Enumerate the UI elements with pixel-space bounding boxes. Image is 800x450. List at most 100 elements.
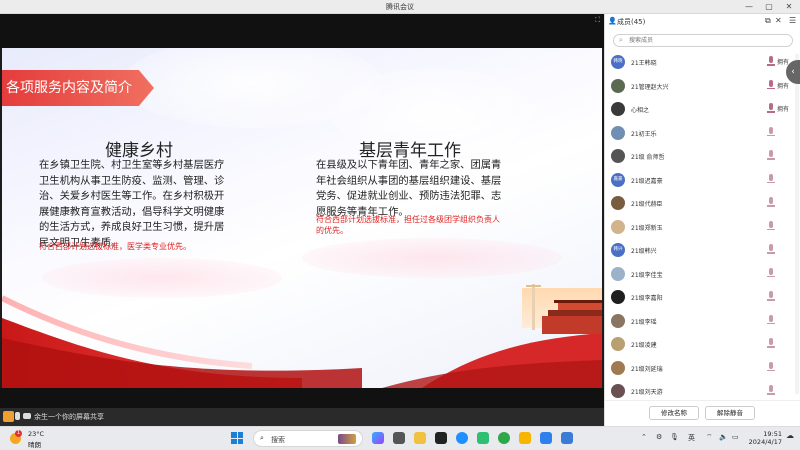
- mic-icon[interactable]: [767, 150, 775, 161]
- mic-icon[interactable]: [767, 173, 775, 185]
- member-name: 21王韩晓: [631, 60, 657, 67]
- mic-icon[interactable]: [767, 267, 775, 279]
- mic-icon[interactable]: [767, 291, 775, 302]
- close-button[interactable]: ✕: [782, 1, 796, 13]
- app-icon[interactable]: [561, 432, 573, 444]
- mic-icon[interactable]: [767, 79, 775, 91]
- member-search-box[interactable]: ⌕: [613, 34, 793, 47]
- menu-icon[interactable]: ☰: [789, 16, 796, 25]
- member-list-scrollbar[interactable]: [795, 54, 799, 394]
- mic-icon[interactable]: [767, 103, 775, 114]
- popout-icon[interactable]: ⧉: [765, 16, 771, 26]
- member-role: 拥有: [777, 106, 790, 113]
- mic-tray-icon[interactable]: 🎙: [670, 433, 679, 441]
- weather-condition: 晴朗: [28, 441, 41, 449]
- avatar: [611, 149, 625, 163]
- temperature: 23°C: [28, 430, 45, 438]
- member-row[interactable]: 21级李佳宝: [605, 264, 795, 284]
- member-name: 21级刘天游: [631, 389, 663, 396]
- settings-icon[interactable]: ⚙: [656, 433, 662, 441]
- task-view-icon[interactable]: [393, 432, 405, 444]
- system-clock[interactable]: 19:51 2024/4/17: [746, 430, 782, 446]
- mic-icon[interactable]: [767, 244, 775, 255]
- avatar: [611, 266, 625, 281]
- fullscreen-icon[interactable]: ⛶: [595, 16, 600, 25]
- terminal-icon[interactable]: [435, 432, 447, 444]
- rename-button[interactable]: 修改名称: [649, 406, 699, 420]
- avatar: [611, 78, 625, 93]
- member-row[interactable]: 21管理赵大兴 拥有: [605, 76, 795, 96]
- wechat-icon[interactable]: [498, 432, 510, 444]
- gate-roof: [548, 310, 602, 316]
- battery-icon[interactable]: ▭: [732, 433, 739, 441]
- ime-indicator[interactable]: 英: [688, 433, 695, 443]
- member-name: 21级韩兴: [631, 248, 657, 255]
- gate-upper: [558, 302, 602, 310]
- member-row[interactable]: 21级李瑶: [605, 311, 795, 331]
- pillar: [532, 284, 535, 330]
- weather-widget[interactable]: 1: [8, 430, 24, 446]
- mic-icon[interactable]: [767, 314, 775, 326]
- member-row[interactable]: 心相之 拥有: [605, 99, 795, 119]
- avatar: 韩兴: [611, 243, 625, 257]
- edge-icon[interactable]: [456, 432, 468, 444]
- body-line: 的生活方式，养成良好卫生习惯，提升居: [39, 221, 225, 233]
- member-row[interactable]: 韩兴 21级韩兴: [605, 240, 795, 260]
- mic-icon[interactable]: [767, 338, 775, 349]
- member-row[interactable]: 嘉豪 21级迟嘉豪: [605, 170, 795, 190]
- close-panel-icon[interactable]: ✕: [775, 16, 782, 25]
- presentation-slide: 各项服务内容及简介 健康乡村 在乡镇卫生院、村卫生室等乡村基层医疗 卫生机构从事…: [2, 48, 602, 388]
- search-icon: ⌕: [619, 36, 623, 44]
- windows-start-icon[interactable]: [231, 432, 243, 444]
- members-panel: 👤 成员(45) ⧉ ✕ ☰ ⌕ 韩晓21王韩晓拥有21管理赵大兴拥有心相之拥有…: [604, 14, 800, 426]
- search-highlight-icon: [338, 434, 356, 444]
- member-row[interactable]: 21级郑新玉: [605, 217, 795, 237]
- body-line: 年社会组织从事团的基层组织建设、基层: [316, 174, 502, 187]
- mic-icon[interactable]: [767, 126, 775, 138]
- note-line: 符合西部计划选拔标准，担任过各级团学组织负责人: [316, 215, 500, 224]
- member-row[interactable]: 21级凌建: [605, 334, 795, 354]
- member-name: 21级凌建: [631, 342, 657, 349]
- taskbar-search[interactable]: ⌕ 搜索: [253, 430, 363, 447]
- member-name: 21级迟嘉豪: [631, 177, 663, 185]
- member-row[interactable]: 21级代赫臣: [605, 193, 795, 213]
- member-row[interactable]: 韩晓 21王韩晓 拥有: [605, 52, 795, 72]
- avatar: [611, 384, 625, 398]
- member-row[interactable]: 21级刘天游: [605, 381, 795, 401]
- chevron-up-icon[interactable]: ⌃: [641, 433, 647, 441]
- member-row[interactable]: 21级刘延瑞: [605, 358, 795, 378]
- member-row[interactable]: 21级李嘉阳: [605, 287, 795, 307]
- avatar: [611, 360, 625, 375]
- avatar: [611, 337, 625, 351]
- member-row[interactable]: 21初王乐: [605, 123, 795, 143]
- maximize-button[interactable]: ▢: [762, 1, 776, 13]
- unmute-button[interactable]: 解除静音: [705, 406, 755, 420]
- member-search-input[interactable]: [629, 36, 779, 45]
- avatar: [611, 125, 625, 140]
- panel-footer: 修改名称 解除静音: [605, 400, 800, 426]
- minimize-button[interactable]: —: [742, 1, 756, 13]
- member-row[interactable]: 21级 俞师哲: [605, 146, 795, 166]
- members-title: 成员(45): [617, 18, 646, 26]
- mic-icon[interactable]: [767, 220, 775, 232]
- wifi-icon[interactable]: ⌔: [706, 433, 713, 442]
- mic-icon[interactable]: [15, 412, 20, 420]
- copilot-icon[interactable]: [372, 432, 384, 444]
- member-name: 21级刘延瑞: [631, 365, 663, 373]
- window-title: 腾讯会议: [386, 3, 414, 11]
- tencent-meeting-icon[interactable]: [540, 432, 552, 444]
- member-role: 拥有: [777, 82, 790, 90]
- file-explorer-icon[interactable]: [414, 432, 426, 444]
- avatar: 韩晓: [611, 55, 625, 69]
- notification-icon[interactable]: ☁: [786, 431, 794, 440]
- member-name: 心相之: [631, 107, 650, 114]
- store-icon[interactable]: [477, 432, 489, 444]
- mic-icon[interactable]: [767, 385, 775, 396]
- body-line: 在县级及以下青年团、青年之家、团属青: [316, 159, 502, 171]
- app-icon[interactable]: [519, 432, 531, 444]
- mic-icon[interactable]: [767, 56, 775, 67]
- mic-icon[interactable]: [767, 361, 775, 373]
- volume-icon[interactable]: 🔈: [719, 433, 728, 441]
- left-body: 在乡镇卫生院、村卫生室等乡村基层医疗 卫生机构从事卫生防疫、监测、管理、诊 治、…: [39, 158, 259, 251]
- mic-icon[interactable]: [767, 197, 775, 208]
